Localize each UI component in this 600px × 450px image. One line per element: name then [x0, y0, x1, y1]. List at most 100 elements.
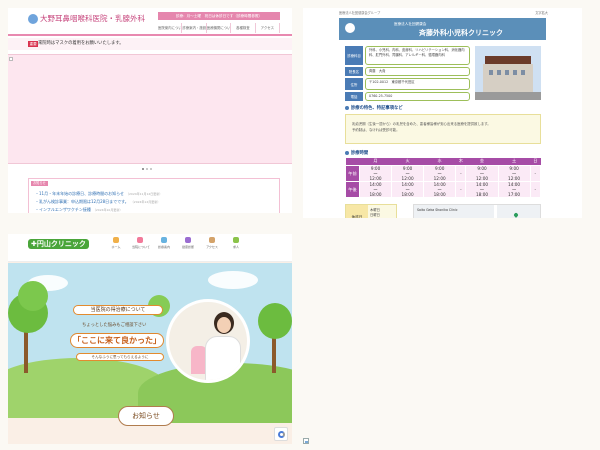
hours-cell: 9:00 〜 12:00	[497, 164, 531, 182]
recaptcha-badge[interactable]	[274, 427, 288, 441]
features-box: 乳幼児期（生後一週から）の乳児を含めた、患者様皆様が安心出来る医療を提供致します…	[345, 114, 541, 144]
slider-dot[interactable]	[150, 168, 152, 170]
info-bar: 診療：月〜土曜 祝日は休診日です（診療時間参照）	[158, 12, 280, 20]
map-pin-icon[interactable]	[513, 212, 519, 218]
info-key: 院長名	[345, 67, 363, 76]
hours-day: 土	[498, 158, 531, 165]
news-date: （2024年11月12日更新）	[126, 192, 163, 196]
broken-image-icon	[9, 57, 13, 61]
info-value: 斉藤 大貴	[365, 67, 470, 76]
hours-table: 月 火 水 木 金 土 日 午前 9:00 〜 12:00 9:00 〜 12:00 9…	[345, 158, 542, 198]
nav-label: アクセス	[206, 245, 218, 249]
hours-cell: 14:00 〜 18:00	[465, 180, 499, 198]
nav-item[interactable]: 各種検査	[231, 23, 256, 33]
info-key: 診療科目	[345, 46, 363, 65]
notice-text: 来院時はマスクの着用をお願いいたします。	[38, 41, 124, 46]
hours-day: 月	[359, 158, 392, 165]
news-tab: お知らせ	[31, 181, 48, 186]
features-text: 予約制は、なければ受診可能。	[352, 128, 400, 132]
hours-cell: -	[455, 164, 467, 182]
nav-item[interactable]: 医療機関について	[207, 23, 232, 33]
main-nav: 医院案内について 診療案内・施設 医療機関について 各種検査 アクセス	[158, 23, 281, 33]
map-icon	[209, 237, 215, 243]
nav-item[interactable]: 求人	[228, 237, 244, 249]
nav-item[interactable]: 診療案内	[156, 237, 172, 249]
info-row: 電話 0760-25-7500	[345, 92, 470, 101]
group-name: 医療法人社団健康会グループ	[339, 11, 381, 15]
closed-days-label: 休診日	[346, 205, 368, 218]
info-row: 院長名 斉藤 大貴	[345, 67, 470, 76]
news-button[interactable]: お知らせ	[118, 406, 174, 426]
news-link[interactable]: インフルエンザワクチン接種	[39, 207, 91, 212]
recaptcha-icon	[278, 431, 285, 438]
hours-day	[345, 158, 360, 165]
clinic-name[interactable]: 斉藤外科小児科クリニック	[419, 28, 503, 38]
tree	[258, 303, 292, 339]
hours-row-label: 午後	[345, 180, 360, 198]
hours-cell: -	[529, 164, 542, 182]
hours-cell: 9:00 〜 12:00	[358, 164, 393, 182]
info-value: 外科、小児科、内科、皮膚科、リハビリテーション科、消化器内科、肛門外科、胃腸科、…	[365, 46, 470, 65]
news-date: （2024年10月更新）	[92, 208, 123, 212]
hours-cell: 14:00 〜 17:00	[497, 180, 531, 198]
cloud	[208, 271, 258, 289]
news-box: お知らせ ・11月・年末年始の診療日、診療時間のお知らせ （2024年11月12日…	[28, 178, 280, 213]
nav-label: 健康診断	[181, 245, 194, 249]
doctor-face	[217, 317, 231, 333]
hero-subline: そんなふうに思ってもらえるように	[76, 353, 164, 361]
clinic-info-table: 診療科目 外科、小児科、内科、皮膚科、リハビリテーション科、消化器内科、肛門外科…	[345, 46, 470, 103]
news-date: （2024年12月更新）	[130, 200, 161, 204]
nav-item[interactable]: アクセス	[204, 237, 220, 249]
slider-dot[interactable]	[142, 168, 144, 170]
hero-headline: 「ここに来て良かった」	[70, 333, 164, 348]
hours-cell: -	[455, 180, 467, 198]
hours-row-label: 午前	[345, 164, 360, 182]
font-size-link[interactable]: 文字拡大	[535, 10, 548, 15]
hero-illustration: 当医院の得治療について ちょっとした悩みもご相談下さい 「ここに来て良かった」 …	[8, 263, 292, 423]
nav-label: 求人	[232, 245, 239, 249]
nav-item[interactable]: ホーム	[108, 237, 124, 249]
clinic-logo[interactable]: ✚円山クリニック	[28, 239, 89, 249]
hours-day: 日	[530, 158, 541, 165]
info-key: 住所	[345, 78, 363, 90]
doctor-photo	[166, 299, 250, 383]
hours-cell: 14:00 〜 18:00	[423, 180, 457, 198]
nav-item[interactable]: 診療案内・施設	[182, 23, 207, 33]
hours-cell: 9:00 〜 12:00	[423, 164, 457, 182]
clinic-banner: 医療法人社団健康会 斉藤外科小児科クリニック	[339, 18, 546, 40]
nav-item[interactable]: アクセス	[256, 23, 281, 33]
news-item[interactable]: ・乳がん検診事業：申込期限は12月28日までです。 （2024年12月更新）	[35, 198, 162, 206]
clinic-logo-icon	[345, 23, 355, 33]
hours-cell: 9:00 〜 12:00	[465, 164, 499, 182]
map-place-name[interactable]: Saito Geka Shonika Clinic	[417, 208, 458, 212]
clinic-logo-text: 円山クリニック	[36, 240, 86, 248]
hours-cell: 14:00 〜 18:00	[391, 180, 425, 198]
info-value: 〒102-0012 東京都千代田区	[365, 78, 470, 90]
slider-dot[interactable]	[146, 168, 148, 170]
home-icon	[113, 237, 119, 243]
banner-subtitle: 医療法人社団健康会	[394, 22, 427, 26]
nav-item[interactable]: 当院について	[132, 237, 150, 249]
clinic-site-blue-panel: 医療法人社団健康会グループ 文字拡大 医療法人社団健康会 斉藤外科小児科クリニッ…	[303, 8, 582, 218]
news-link[interactable]: 11月・年末年始の診療日、診療時間のお知らせ	[39, 191, 124, 196]
news-item[interactable]: ・インフルエンザワクチン接種 （2024年10月更新）	[35, 206, 162, 213]
news-item[interactable]: ・11月・年末年始の診療日、診療時間のお知らせ （2024年11月12日更新）	[35, 190, 162, 198]
question-icon	[233, 237, 239, 243]
hero-slider[interactable]	[8, 54, 292, 164]
clinic-building-photo	[475, 46, 541, 100]
tree-trunk	[272, 333, 276, 373]
info-row: 住所 〒102-0012 東京都千代田区	[345, 78, 470, 90]
hours-heading: 診療時間	[345, 150, 368, 156]
clinic-site-green-panel: ✚円山クリニック ホーム 当院について 診療案内 健康診断 アクセス 求人 当医…	[8, 234, 292, 444]
news-list: ・11月・年末年始の診療日、診療時間のお知らせ （2024年11月12日更新） ・…	[35, 190, 162, 213]
nav-item[interactable]: 健康診断	[180, 237, 196, 249]
news-link[interactable]: 乳がん検診事業：申込期限は12月28日までです。	[39, 199, 129, 204]
nav-item[interactable]: 医院案内について	[158, 23, 183, 33]
hours-header-row: 月 火 水 木 金 土 日	[345, 158, 541, 165]
doctor-body	[205, 336, 241, 380]
tree	[18, 281, 48, 311]
embedded-map[interactable]: Saito Geka Shonika Clinic	[413, 204, 541, 218]
clinic-logo-text[interactable]: 大野耳鼻咽喉科医院・乳腺外科	[40, 13, 145, 24]
building	[483, 64, 533, 94]
phone-number[interactable]: 0760-25-7500	[365, 92, 470, 101]
